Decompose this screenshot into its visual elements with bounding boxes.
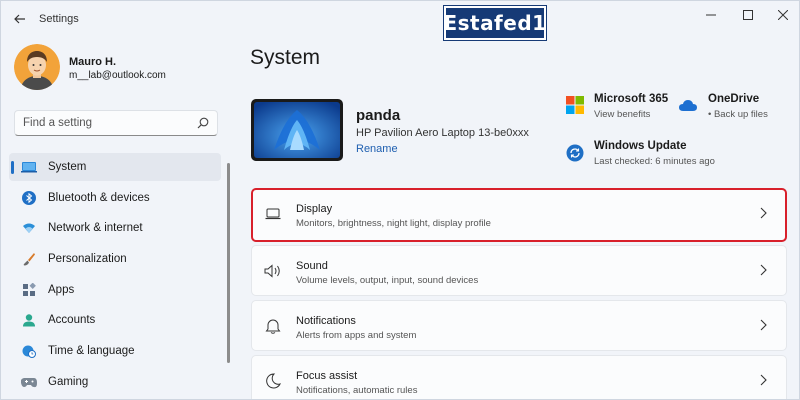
chevron-right-icon xyxy=(760,319,767,331)
sidebar-item-label: Personalization xyxy=(48,253,127,266)
card-title: Sound xyxy=(296,260,328,272)
settings-window: Settings Estafed1 Mauro H. m__lab@outloo… xyxy=(0,0,800,400)
device-image xyxy=(251,99,343,161)
windows-update-subtitle: Last checked: 6 minutes ago xyxy=(594,156,715,167)
bluetooth-icon xyxy=(21,190,37,206)
globe-clock-icon xyxy=(21,343,37,359)
microsoft365-title: Microsoft 365 xyxy=(594,93,669,105)
sidebar-item-bluetooth[interactable]: Bluetooth & devices xyxy=(9,184,221,212)
person-icon xyxy=(21,312,37,328)
laptop-icon xyxy=(21,159,37,175)
windows-update-title: Windows Update xyxy=(594,140,687,152)
speaker-icon xyxy=(264,262,282,280)
update-icon xyxy=(566,144,584,162)
sidebar-item-label: Network & internet xyxy=(48,222,143,235)
wifi-icon xyxy=(21,220,37,236)
sidebar-item-label: Apps xyxy=(48,283,75,296)
card-subtitle: Monitors, brightness, night light, displ… xyxy=(296,218,491,229)
back-button[interactable] xyxy=(10,9,30,29)
maximize-icon xyxy=(743,10,753,20)
user-email: m__lab@outlook.com xyxy=(69,70,166,81)
focus-assist-card[interactable]: Focus assist Notifications, automatic ru… xyxy=(251,355,787,399)
microsoft-logo-icon xyxy=(566,96,584,114)
avatar[interactable] xyxy=(14,44,60,90)
display-card[interactable]: Display Monitors, brightness, night ligh… xyxy=(251,188,787,242)
monitor-icon xyxy=(264,205,282,223)
microsoft365-subtitle: View benefits xyxy=(594,109,651,120)
maximize-button[interactable] xyxy=(734,5,762,25)
chevron-right-icon xyxy=(760,264,767,276)
sidebar-item-label: Bluetooth & devices xyxy=(48,191,150,204)
gamepad-icon xyxy=(21,374,37,390)
card-title: Display xyxy=(296,203,333,215)
onedrive-title: OneDrive xyxy=(708,93,760,105)
sidebar-item-personalization[interactable]: Personalization xyxy=(9,245,221,273)
onedrive-subtitle: • Back up files xyxy=(708,109,768,120)
close-button[interactable] xyxy=(769,5,797,25)
moon-icon xyxy=(264,372,282,390)
sidebar-item-accounts[interactable]: Accounts xyxy=(9,306,221,334)
sidebar-item-time-language[interactable]: Time & language xyxy=(9,337,221,365)
user-name: Mauro H. xyxy=(69,56,117,68)
notifications-card[interactable]: Notifications Alerts from apps and syste… xyxy=(251,300,787,351)
search-box[interactable] xyxy=(14,110,218,136)
avatar-image xyxy=(14,44,60,90)
sidebar-scrollbar[interactable] xyxy=(227,163,230,363)
sidebar-nav: System Bluetooth & devices Network & int… xyxy=(9,153,221,399)
sidebar-item-apps[interactable]: Apps xyxy=(9,276,221,304)
cloud-icon xyxy=(679,100,697,111)
minimize-button[interactable] xyxy=(697,5,725,25)
card-title: Focus assist xyxy=(296,370,358,382)
card-subtitle: Volume levels, output, input, sound devi… xyxy=(296,275,479,286)
sidebar-item-system[interactable]: System xyxy=(9,153,221,181)
sidebar-item-network[interactable]: Network & internet xyxy=(9,214,221,242)
search-icon[interactable] xyxy=(197,117,209,129)
card-subtitle: Notifications, automatic rules xyxy=(296,385,418,396)
chevron-right-icon xyxy=(760,374,767,386)
rename-link[interactable]: Rename xyxy=(356,143,398,155)
sidebar-item-label: Time & language xyxy=(48,345,135,358)
title-bar: Settings xyxy=(1,1,799,37)
minimize-icon xyxy=(706,14,716,16)
device-name: panda xyxy=(356,107,401,124)
search-input[interactable] xyxy=(23,117,188,129)
apps-icon xyxy=(21,282,37,298)
device-model: HP Pavilion Aero Laptop 13-be0xxx xyxy=(356,127,529,139)
sidebar-item-label: Accounts xyxy=(48,314,96,327)
sidebar-item-label: Gaming xyxy=(48,375,89,388)
sidebar-item-label: System xyxy=(48,161,87,173)
close-icon xyxy=(778,10,788,20)
bell-icon xyxy=(264,317,282,335)
app-title: Settings xyxy=(39,13,79,25)
page-title: System xyxy=(250,46,321,69)
sound-card[interactable]: Sound Volume levels, output, input, soun… xyxy=(251,245,787,296)
watermark-logo: Estafed1 xyxy=(443,6,546,40)
wallpaper-bloom-image xyxy=(254,102,340,158)
onedrive-subtitle-text: Back up files xyxy=(713,109,768,120)
sidebar-item-gaming[interactable]: Gaming xyxy=(9,368,221,396)
back-arrow-icon xyxy=(14,14,25,24)
card-title: Notifications xyxy=(296,315,356,327)
chevron-right-icon xyxy=(760,207,767,219)
brush-icon xyxy=(21,251,37,267)
card-subtitle: Alerts from apps and system xyxy=(296,330,417,341)
